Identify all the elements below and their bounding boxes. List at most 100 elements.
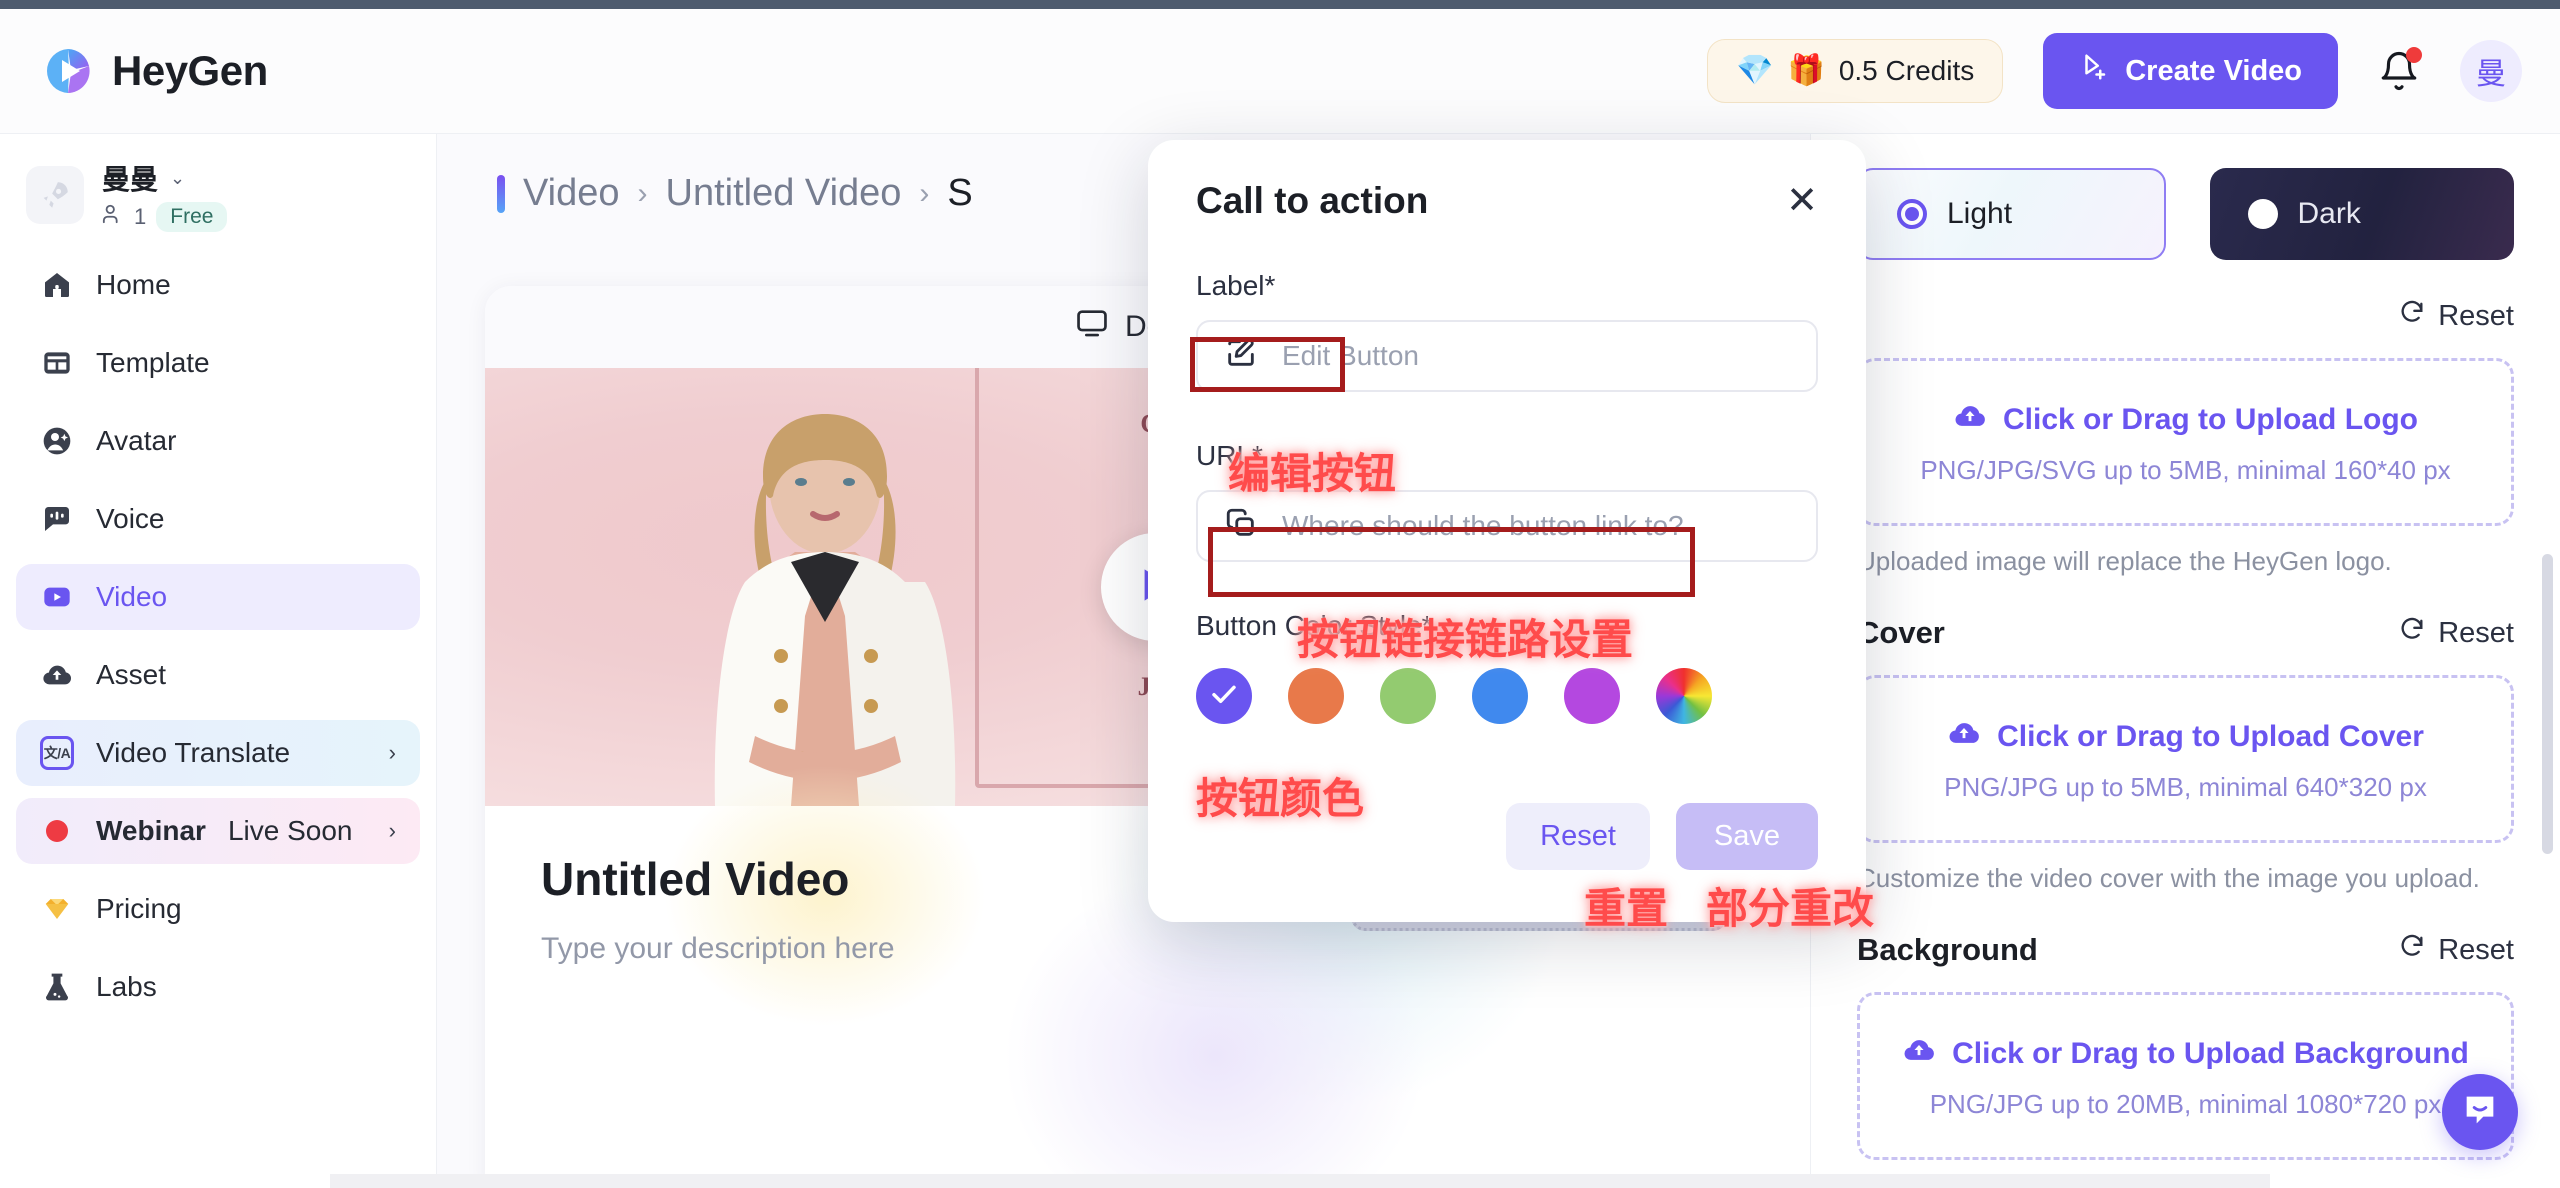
reset-label: Reset	[2438, 299, 2514, 332]
logo-hint: Uploaded image will replace the HeyGen l…	[1857, 546, 2392, 576]
sidebar-item-video-translate[interactable]: 文/A Video Translate ›	[16, 720, 420, 786]
gift-icon: 🎁	[1787, 54, 1825, 87]
credits-pill[interactable]: 💎 🎁 0.5 Credits	[1707, 39, 2004, 103]
org-avatar-rocket-icon	[26, 166, 84, 224]
reset-refresh-icon	[2398, 932, 2426, 968]
header-actions: 💎 🎁 0.5 Credits Create Video 曼	[1707, 33, 2522, 109]
sidebar-item-label: Avatar	[96, 425, 177, 456]
cover-dropzone[interactable]: Click or Drag to Upload Cover PNG/JPG up…	[1857, 675, 2514, 843]
sidebar-item-label: Video	[96, 581, 168, 612]
breadcrumb-separator-icon: ›	[919, 176, 930, 210]
voice-icon	[40, 502, 74, 536]
check-icon	[1208, 678, 1240, 715]
logo-reset-button[interactable]: Reset	[2398, 298, 2514, 334]
org-name: 曼曼	[102, 164, 159, 195]
avatar-icon	[40, 424, 74, 458]
sidebar-item-home[interactable]: Home	[16, 252, 420, 318]
link-copy-icon	[1224, 506, 1258, 547]
desktop-monitor-icon	[1075, 306, 1109, 348]
create-video-icon	[2079, 52, 2109, 90]
video-description-input[interactable]: Type your description here	[541, 932, 1769, 966]
url-input[interactable]: Where should the button link to?	[1196, 490, 1818, 562]
sidebar-item-asset[interactable]: Asset	[16, 642, 420, 708]
webinar-label-rest: Live Soon	[227, 815, 353, 846]
cover-section: Cover Reset Click or Drag to Upload Cove…	[1857, 615, 2514, 894]
sidebar-item-template[interactable]: Template	[16, 330, 420, 396]
modal-save-button[interactable]: Save	[1675, 803, 1818, 870]
sidebar-item-label: Video Translate	[96, 737, 291, 768]
sidebar-item-video[interactable]: Video	[16, 564, 420, 630]
create-video-label: Create Video	[2125, 54, 2302, 87]
theme-option-dark[interactable]: Dark	[2209, 168, 2514, 260]
settings-panel: Light Dark Reset Click or Drag to Upload…	[1810, 134, 2560, 1188]
asset-cloud-icon	[40, 658, 74, 692]
color-swatch-blue[interactable]	[1472, 668, 1528, 724]
breadcrumb-separator-icon: ›	[637, 176, 648, 210]
template-icon	[40, 346, 74, 380]
color-field-label: Button Color Style*	[1196, 610, 1433, 641]
brand-logo[interactable]: HeyGen	[42, 45, 268, 97]
sidebar-item-pricing[interactable]: Pricing	[16, 876, 420, 942]
video-icon	[40, 580, 74, 614]
cover-reset-button[interactable]: Reset	[2398, 615, 2514, 651]
sidebar-item-label: Template	[96, 347, 210, 378]
background-upload-title: Click or Drag to Upload Background	[1952, 1036, 2469, 1070]
close-icon[interactable]: ✕	[1786, 182, 1818, 220]
color-swatch-orange[interactable]	[1288, 668, 1344, 724]
user-avatar[interactable]: 曼	[2460, 40, 2522, 102]
members-icon	[102, 203, 124, 231]
sidebar-item-label: Voice	[96, 503, 165, 534]
logo-upload-sub: PNG/JPG/SVG up to 5MB, minimal 160*40 px	[1920, 454, 2451, 485]
webinar-label-strong: Webinar	[96, 815, 206, 846]
background-dropzone[interactable]: Click or Drag to Upload Background PNG/J…	[1857, 992, 2514, 1160]
edit-pencil-icon	[1224, 336, 1258, 377]
url-field-label: URL*	[1196, 440, 1263, 471]
app-root: HeyGen 💎 🎁 0.5 Credits Create Video 曼 曼曼…	[0, 0, 2560, 1188]
sidebar-item-label: Pricing	[96, 893, 182, 924]
label-input[interactable]: Edit Button	[1196, 320, 1818, 392]
org-switcher[interactable]: 曼曼 ⌄ 1 Free	[0, 156, 436, 234]
color-swatch-green[interactable]	[1380, 668, 1436, 724]
reset-label: Reset	[2438, 933, 2514, 966]
sidebar-item-avatar[interactable]: Avatar	[16, 408, 420, 474]
modal-reset-button[interactable]: Reset	[1506, 803, 1650, 870]
heygen-logo-icon	[42, 45, 94, 97]
brand-name: HeyGen	[112, 47, 268, 94]
label-field-label: Label*	[1196, 270, 1276, 301]
sidebar-item-label: Asset	[96, 659, 167, 690]
sidebar-item-labs[interactable]: Labs	[16, 954, 420, 1020]
modal-action-bar: Reset Save	[1506, 803, 1818, 870]
support-chat-button[interactable]	[2442, 1074, 2518, 1150]
breadcrumb-root[interactable]: Video	[523, 172, 620, 215]
color-swatch-magenta[interactable]	[1564, 668, 1620, 724]
color-swatch-group	[1196, 668, 1818, 724]
breadcrumb-accent-bar	[497, 174, 505, 213]
cover-hint: Customize the video cover with the image…	[1857, 863, 2480, 893]
chevron-right-icon: ›	[388, 740, 396, 765]
background-reset-button[interactable]: Reset	[2398, 932, 2514, 968]
panel-scrollbar[interactable]	[2542, 554, 2553, 854]
plan-badge: Free	[156, 202, 228, 232]
logo-dropzone[interactable]: Click or Drag to Upload Logo PNG/JPG/SVG…	[1857, 358, 2514, 526]
modal-title: Call to action	[1196, 180, 1429, 221]
flask-icon	[40, 970, 74, 1004]
reset-label: Reset	[2438, 616, 2514, 649]
credits-label: 0.5 Credits	[1838, 55, 1975, 86]
theme-option-light[interactable]: Light	[1857, 168, 2166, 260]
upload-cloud-icon	[1902, 1033, 1936, 1075]
notification-dot-badge	[2406, 47, 2422, 63]
sidebar-item-label: Home	[96, 269, 171, 300]
chevron-right-icon: ›	[388, 818, 396, 843]
color-swatch-purple[interactable]	[1196, 668, 1252, 724]
sidebar: 曼曼 ⌄ 1 Free Home Template Avatar Voice V…	[0, 134, 437, 1188]
create-video-button[interactable]: Create Video	[2043, 33, 2338, 109]
url-input-placeholder: Where should the button link to?	[1282, 510, 1684, 541]
radio-unselected-icon	[2247, 199, 2278, 229]
gem-icon	[40, 892, 74, 926]
breadcrumb-second[interactable]: Untitled Video	[666, 172, 902, 215]
color-swatch-custom-picker[interactable]	[1656, 668, 1712, 724]
sidebar-item-webinar[interactable]: Webinar Live Soon ›	[16, 798, 420, 864]
chevron-down-icon: ⌄	[170, 167, 186, 188]
sidebar-item-voice[interactable]: Voice	[16, 486, 420, 552]
notifications-button[interactable]	[2378, 47, 2422, 92]
